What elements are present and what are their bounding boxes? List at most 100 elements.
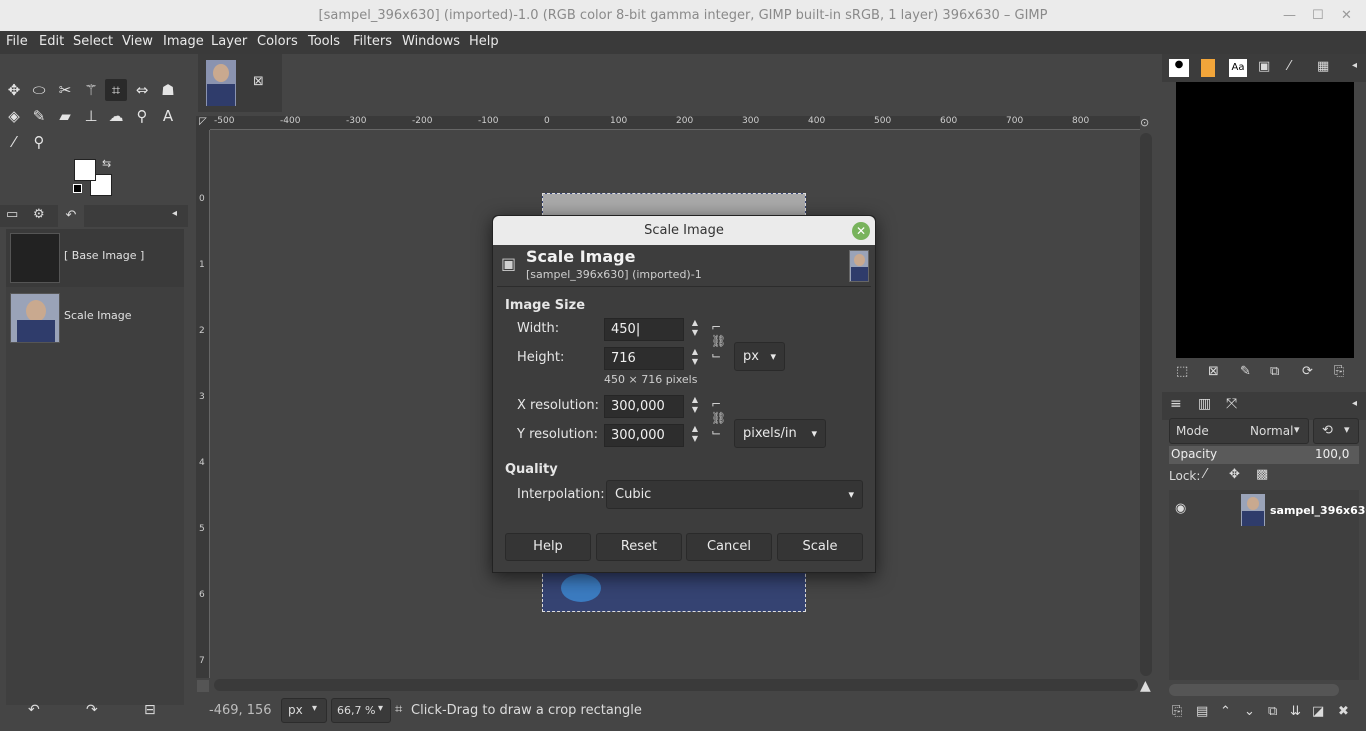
undo-history-tab-icon[interactable]: ↶ [58,205,84,227]
crop-tool-icon[interactable]: ⌗ [105,79,127,101]
horizontal-scrollbar[interactable] [214,679,1138,691]
menu-layer[interactable]: Layer [211,34,247,49]
navigate-icon[interactable]: ▲ [1140,678,1151,694]
reset-button[interactable]: Reset [596,533,682,561]
device-status-tab-icon[interactable]: ⚙ [33,207,45,222]
y-resolution-input[interactable]: 300,000 [604,424,684,447]
lower-layer-icon[interactable]: ⌄ [1244,704,1255,719]
new-layer-group-icon[interactable]: ▤ [1196,704,1208,719]
menu-filters[interactable]: Filters [353,34,392,49]
horizontal-ruler[interactable]: -500 -400 -300 -200 -100 0 100 200 300 4… [210,116,1140,130]
chain-link-size-icon[interactable]: ⌐ ⛓ ⌙ [711,320,726,362]
gradients-tab-icon[interactable] [1201,59,1215,77]
height-spinner[interactable]: ▲ ▼ [686,347,704,370]
menu-file[interactable]: File [6,34,28,49]
move-tool-icon[interactable]: ✥ [3,79,25,101]
duplicate-layer-icon[interactable]: ⧉ [1268,704,1277,719]
raise-layer-icon[interactable]: ⌃ [1220,704,1231,719]
zoom-to-fit-icon[interactable]: ⊙ [1140,116,1156,130]
history-item-base-image[interactable]: [ Base Image ] [6,229,184,287]
brushes-tab-icon[interactable]: ● [1169,59,1189,77]
width-spinner[interactable]: ▲ ▼ [686,318,704,341]
warp-tool-icon[interactable]: ☗ [157,79,179,101]
resolution-unit-select[interactable]: pixels/in ▾ [734,419,826,448]
edit-brush-icon[interactable]: ✎ [1240,364,1251,379]
patterns-tab-icon[interactable]: ▦ [1317,59,1329,74]
menu-help[interactable]: Help [469,34,499,49]
minimize-icon[interactable]: — [1283,0,1296,31]
delete-layer-icon[interactable]: ✖ [1338,704,1349,719]
smudge-tool-icon[interactable]: ☁ [105,105,127,127]
brush-to-image-icon[interactable]: ⎘ [1334,364,1344,379]
dock-menu-icon[interactable]: ◂ [172,208,177,219]
undo-icon[interactable]: ↶ [28,702,40,718]
lock-pixels-icon[interactable]: ⁄ [1204,467,1206,482]
transform-tool-icon[interactable]: ⇔ [131,79,153,101]
menu-select[interactable]: Select [73,34,113,49]
menu-image[interactable]: Image [163,34,204,49]
x-resolution-input[interactable]: 300,000 [604,395,684,418]
quickmask-corner-icon[interactable]: ◸ [196,116,210,130]
height-input[interactable]: 716 [604,347,684,370]
vertical-scrollbar[interactable] [1140,133,1152,676]
new-layer-icon[interactable]: ⎘ [1172,704,1182,719]
layer-composite-select[interactable]: ⟲ ▾ [1313,418,1359,444]
layers-scrollbar[interactable] [1169,684,1339,696]
zoom-select[interactable]: 66,7 % ▾ [331,698,391,723]
layer-mask-icon[interactable]: ◪ [1312,704,1324,719]
close-icon[interactable]: ✕ [1341,0,1352,31]
dialog-close-icon[interactable]: ✕ [852,222,870,240]
anchor-layer-icon[interactable]: ⇊ [1290,704,1301,719]
unit-select[interactable]: px ▾ [281,698,327,723]
refresh-brushes-icon[interactable]: ⟳ [1302,364,1313,379]
width-input[interactable]: 450| [604,318,684,341]
dock-menu-icon[interactable]: ◂ [1352,60,1357,71]
menu-view[interactable]: View [122,34,153,49]
y-resolution-spinner[interactable]: ▲ ▼ [686,424,704,447]
scale-button[interactable]: Scale [777,533,863,561]
images-tab-icon[interactable]: ▣ [1258,59,1270,74]
redo-icon[interactable]: ↷ [86,702,98,718]
maximize-icon[interactable]: ☐ [1312,0,1324,31]
menu-colors[interactable]: Colors [257,34,298,49]
path-tool-icon[interactable]: ⚲ [131,105,153,127]
menu-edit[interactable]: Edit [39,34,64,49]
x-resolution-spinner[interactable]: ▲ ▼ [686,395,704,418]
clear-history-icon[interactable]: ⊟ [144,702,156,718]
layer-mode-select[interactable]: Mode Normal ▾ [1169,418,1309,444]
default-colors-icon[interactable] [73,184,82,193]
dock-menu-icon[interactable]: ◂ [1352,398,1357,409]
fonts-tab-icon[interactable]: Aa [1229,59,1247,77]
duplicate-brush-icon[interactable]: ⧉ [1270,364,1279,379]
menu-tools[interactable]: Tools [308,34,340,49]
paths-tab-icon[interactable]: ⤧ [1226,396,1237,412]
channels-tab-icon[interactable]: ▥ [1198,396,1211,412]
text-tool-icon[interactable]: A [157,105,179,127]
size-unit-select[interactable]: px ▾ [734,342,785,371]
interpolation-select[interactable]: Cubic ▾ [606,480,863,509]
clone-tool-icon[interactable]: ⊥ [80,105,102,127]
layer-row[interactable]: ◉ sampel_396x630. [1169,490,1366,530]
eraser-icon[interactable]: ▰ [54,105,76,127]
tool-options-tab-icon[interactable]: ▭ [6,207,18,222]
color-picker-icon[interactable]: ⁄ [3,131,25,153]
swap-colors-icon[interactable]: ⇆ [102,157,111,170]
canvas-corner-toggle[interactable] [197,680,209,692]
lock-position-icon[interactable]: ✥ [1229,467,1240,482]
fuzzy-select-icon[interactable]: ⚚ [80,79,102,101]
lock-alpha-icon[interactable]: ▩ [1256,467,1268,482]
layers-tab-icon[interactable]: ≡ [1170,396,1182,412]
chain-link-resolution-icon[interactable]: ⌐ ⛓ ⌙ [711,397,726,439]
visibility-eye-icon[interactable]: ◉ [1175,501,1186,516]
paintbrush-icon[interactable]: ✎ [28,105,50,127]
opacity-slider[interactable]: Opacity 100,0 [1169,446,1359,464]
vertical-ruler[interactable]: 0 1 2 3 4 5 6 7 [196,130,210,678]
lasso-tool-icon[interactable]: ⬭ [28,79,50,101]
history-item-scale-image[interactable]: Scale Image [6,289,184,347]
foreground-color-swatch[interactable] [74,159,96,181]
cancel-button[interactable]: Cancel [686,533,772,561]
help-button[interactable]: Help [505,533,591,561]
delete-brush-icon[interactable]: ⊠ [1208,364,1219,379]
new-brush-icon[interactable]: ⬚ [1176,364,1188,379]
zoom-tool-icon[interactable]: ⚲ [28,131,50,153]
